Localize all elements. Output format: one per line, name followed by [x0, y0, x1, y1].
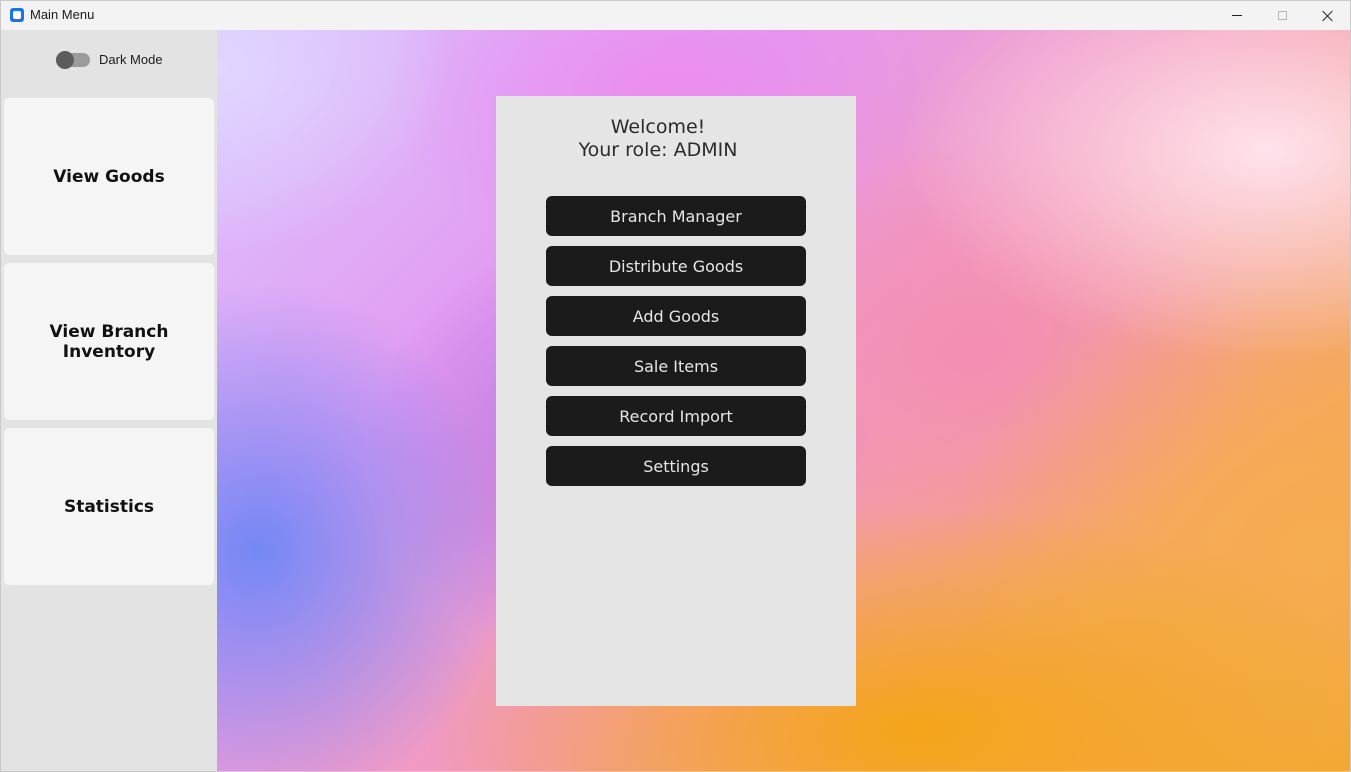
close-icon — [1322, 10, 1334, 22]
record-import-button[interactable]: Record Import — [546, 396, 806, 436]
window-title: Main Menu — [30, 7, 95, 22]
minimize-icon — [1232, 15, 1242, 16]
minimize-button[interactable] — [1214, 1, 1260, 30]
dark-mode-toggle[interactable] — [56, 50, 90, 69]
sale-items-button[interactable]: Sale Items — [546, 346, 806, 386]
welcome-heading: Welcome! — [610, 116, 706, 138]
main-menu-window: Main Menu Dark Mode View Goods View Bran… — [0, 0, 1351, 772]
close-button[interactable] — [1305, 1, 1350, 30]
sidebar: Dark Mode View Goods View Branch Invento… — [1, 30, 217, 771]
statistics-button[interactable]: Statistics — [4, 428, 214, 585]
title-bar[interactable]: Main Menu — [1, 1, 1350, 30]
welcome-message: Welcome! Your role: ADMIN — [496, 116, 820, 162]
branch-manager-button[interactable]: Branch Manager — [546, 196, 806, 236]
view-goods-button[interactable]: View Goods — [4, 98, 214, 255]
toggle-knob — [56, 50, 74, 69]
dark-mode-label: Dark Mode — [99, 52, 163, 67]
app-icon — [10, 8, 24, 22]
main-content: Welcome! Your role: ADMIN Branch Manager… — [217, 30, 1350, 771]
view-branch-inventory-button[interactable]: View Branch Inventory — [4, 263, 214, 420]
menu-panel: Welcome! Your role: ADMIN Branch Manager… — [496, 96, 856, 706]
maximize-button[interactable] — [1259, 1, 1305, 30]
role-text: Your role: ADMIN — [578, 139, 738, 161]
maximize-icon — [1277, 11, 1287, 20]
settings-button[interactable]: Settings — [546, 446, 806, 486]
add-goods-button[interactable]: Add Goods — [546, 296, 806, 336]
distribute-goods-button[interactable]: Distribute Goods — [546, 246, 806, 286]
dark-mode-toggle-row: Dark Mode — [56, 50, 163, 69]
